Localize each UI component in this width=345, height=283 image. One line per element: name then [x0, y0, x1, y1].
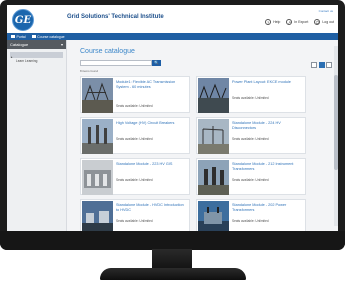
header-tools: ? Help ↗ In Export ⏻ Log out	[265, 19, 334, 25]
course-grid: Module1: Flexible AC Transmission System…	[80, 76, 312, 231]
help-button[interactable]: ? Help	[265, 19, 280, 25]
course-thumbnail[interactable]	[82, 201, 113, 231]
course-card[interactable]: High Voltage (HV) Circuit Breakers Seats…	[80, 117, 190, 154]
course-seats: Seats available: Unlimited	[116, 178, 153, 182]
course-thumbnail[interactable]	[82, 119, 113, 154]
course-title[interactable]: Standalone Module - 202 Power Transforme…	[232, 203, 302, 212]
sidebar-item-label: Learn Learning	[16, 59, 38, 63]
course-thumbnail[interactable]	[198, 78, 229, 113]
nav-item-portal[interactable]: Portal	[11, 35, 26, 39]
scrollbar-thumb[interactable]	[334, 75, 338, 170]
course-thumbnail[interactable]	[198, 160, 229, 195]
nav-bar: Portal Course catalogue	[7, 33, 338, 40]
course-card[interactable]: Standalone Module - HVDC Introduction to…	[80, 199, 190, 231]
help-icon: ?	[265, 19, 272, 25]
site-title: Grid Solutions' Technical Institute	[67, 14, 164, 20]
book-icon	[31, 34, 36, 39]
grid-view-icon[interactable]	[318, 62, 325, 68]
course-title[interactable]: Standalone Module - 224 HV Disconnectors	[232, 121, 302, 130]
contact-link[interactable]: Contact us	[319, 9, 333, 13]
monitor-chin	[0, 231, 345, 250]
course-seats: Seats available: Unlimited	[116, 104, 153, 108]
course-thumbnail[interactable]	[82, 160, 113, 195]
list-view-icon[interactable]	[311, 62, 317, 68]
sidebar-item-learn-learning[interactable]: Learn Learning	[10, 58, 63, 64]
course-title[interactable]: Standalone Module - HVDC Introduction to…	[116, 203, 186, 212]
course-seats: Seats available: Unlimited	[116, 219, 153, 223]
monitor-stand-base	[100, 268, 246, 280]
app-header: GE Grid Solutions' Technical Institute C…	[7, 5, 338, 33]
course-title[interactable]: Standalone Module - 212 Instrument Trans…	[232, 162, 302, 171]
course-seats: Seats available: Unlimited	[232, 137, 269, 141]
course-seats: Seats available: Unlimited	[116, 137, 153, 141]
course-title[interactable]: Standalone Module - 223 HV GIS	[116, 162, 186, 167]
logout-button[interactable]: ⏻ Log out	[314, 19, 334, 25]
monitor-screen: GE Grid Solutions' Technical Institute C…	[7, 5, 338, 231]
course-card[interactable]: Standalone Module - 224 HV Disconnectors…	[196, 117, 306, 154]
sidebar: Catalogue ▾ ▸ Learn Learning	[7, 40, 67, 231]
nav-item-label: Course catalogue	[37, 34, 65, 39]
search-input[interactable]	[80, 60, 152, 66]
course-card[interactable]: Standalone Module - 212 Instrument Trans…	[196, 158, 306, 195]
results-count: 8 items found	[80, 69, 99, 73]
course-seats: Seats available: Unlimited	[232, 178, 269, 182]
course-thumbnail[interactable]	[198, 201, 229, 231]
course-card[interactable]: Module1: Flexible AC Transmission System…	[80, 76, 190, 113]
nav-item-course-catalogue[interactable]: Course catalogue	[31, 34, 65, 39]
search-button[interactable]: 🔍	[152, 60, 161, 66]
sidebar-list: ▸ Learn Learning	[7, 49, 66, 67]
search-icon: 🔍	[154, 60, 159, 65]
ge-logo[interactable]: GE	[12, 9, 34, 31]
export-label: In Export	[294, 20, 309, 24]
main-content: Course catalogue 🔍 8 items found Module1…	[70, 40, 338, 231]
course-thumbnail[interactable]	[82, 78, 113, 113]
logout-label: Log out	[322, 20, 334, 24]
home-icon	[11, 34, 15, 39]
course-seats: Seats available: Unlimited	[232, 219, 269, 223]
course-thumbnail[interactable]	[198, 119, 229, 154]
course-card[interactable]: Standalone Module - 223 HV GIS Seats ava…	[80, 158, 190, 195]
view-toggles	[311, 62, 332, 68]
page-title: Course catalogue	[80, 48, 135, 55]
sidebar-heading-label: Catalogue	[10, 42, 29, 47]
export-icon: ↗	[286, 19, 293, 25]
course-title[interactable]: High Voltage (HV) Circuit Breakers	[116, 121, 186, 126]
course-title[interactable]: Power Plant Layout: EKCE module	[232, 80, 302, 85]
chevron-down-icon: ▾	[60, 42, 63, 47]
nav-item-label: Portal	[16, 34, 26, 39]
course-title[interactable]: Module1: Flexible AC Transmission System…	[116, 80, 186, 89]
sidebar-heading[interactable]: Catalogue ▾	[7, 40, 66, 49]
course-seats: Seats available: Unlimited	[232, 96, 269, 100]
help-label: Help	[273, 20, 281, 24]
export-button[interactable]: ↗ In Export	[286, 19, 308, 25]
tile-view-icon[interactable]	[326, 62, 332, 68]
course-card[interactable]: Standalone Module - 202 Power Transforme…	[196, 199, 306, 231]
power-icon: ⏻	[314, 19, 321, 25]
course-card[interactable]: Power Plant Layout: EKCE module Seats av…	[196, 76, 306, 113]
